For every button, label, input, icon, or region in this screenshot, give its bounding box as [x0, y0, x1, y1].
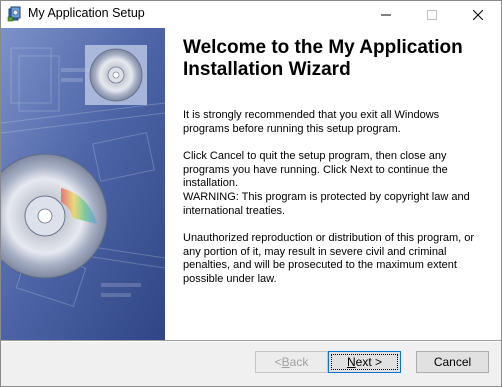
recommendation-text: It is strongly recommended that you exit…	[183, 109, 440, 135]
close-icon	[473, 9, 483, 20]
window-title: My Application Setup	[28, 6, 145, 20]
back-mnemonic: B	[281, 355, 290, 369]
wizard-banner	[1, 28, 165, 340]
cancel-button[interactable]: Cancel	[416, 351, 489, 373]
maximize-button[interactable]	[409, 1, 455, 28]
setup-window: My Application Setup Welcome to the My A…	[0, 0, 502, 387]
maximize-icon	[427, 9, 437, 20]
back-button[interactable]: < Back	[255, 351, 328, 373]
back-label-rest: ack	[289, 355, 309, 369]
title-bar[interactable]: My Application Setup	[1, 1, 501, 28]
minimize-icon	[381, 14, 391, 15]
cd-disc-icon	[85, 45, 147, 105]
close-button[interactable]	[455, 1, 501, 28]
next-label-rest: ext >	[355, 355, 383, 369]
focus-rectangle: Next >	[331, 354, 398, 370]
back-prefix: <	[274, 355, 282, 369]
wizard-content: Welcome to the My Application Installati…	[1, 28, 501, 340]
minimize-button[interactable]	[363, 1, 409, 28]
next-mnemonic: N	[346, 355, 356, 369]
copyright-warning-text: WARNING: This program is protected by co…	[183, 191, 470, 217]
welcome-heading: Welcome to the My Application Installati…	[183, 37, 463, 80]
setup-icon	[7, 6, 23, 22]
button-separator	[1, 340, 501, 342]
instructions-text: Click Cancel to quit the setup program, …	[183, 150, 448, 190]
next-button[interactable]: Next >	[328, 351, 401, 373]
legal-notice-text: Unauthorized reproduction or distributio…	[183, 232, 475, 285]
